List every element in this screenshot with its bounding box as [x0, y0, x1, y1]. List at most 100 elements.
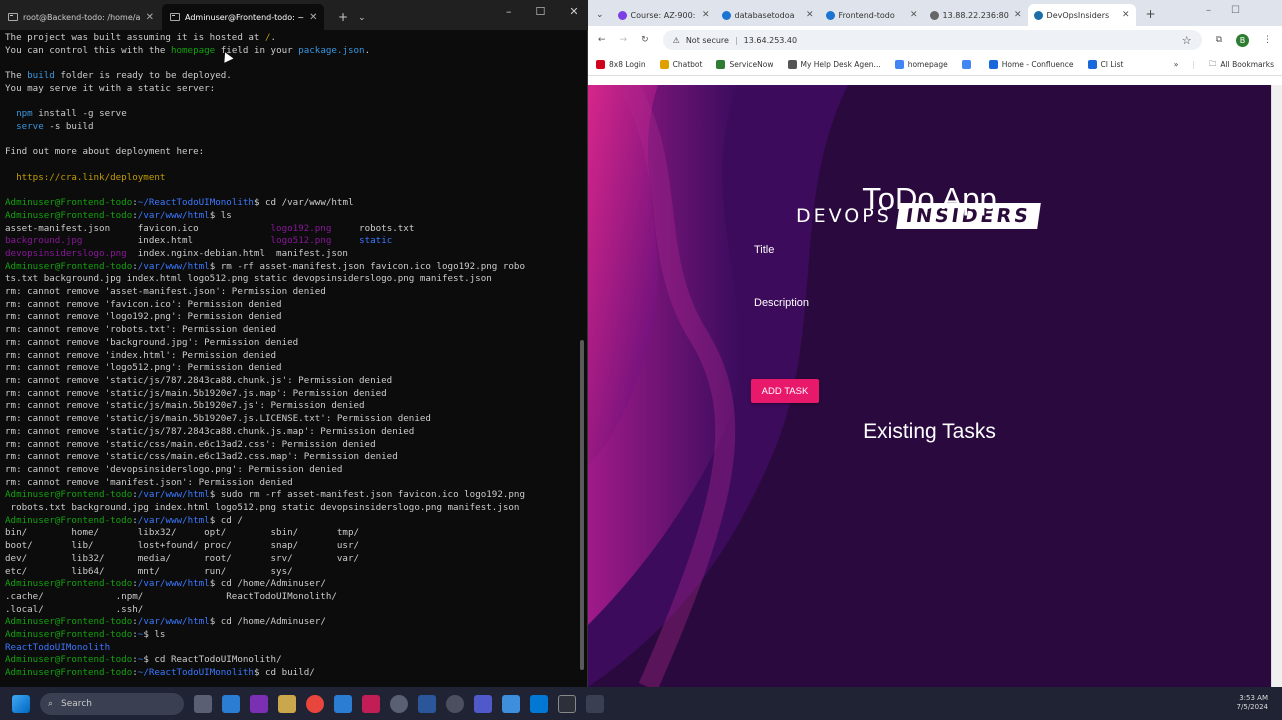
minimize-icon[interactable]: –	[1206, 5, 1211, 16]
extensions-icon[interactable]: ⧉	[1216, 35, 1222, 45]
tab-search-icon[interactable]: ⌄	[596, 10, 604, 20]
terminal-line: etc/ lib64/ mnt/ run/ sys/	[5, 566, 577, 579]
favicon-icon	[617, 10, 627, 20]
browser-tab[interactable]: Frontend-todo ✕	[820, 4, 924, 26]
onenote-icon[interactable]	[250, 694, 268, 713]
vscode-icon[interactable]	[530, 694, 548, 713]
terminal-text: package.json	[298, 44, 365, 56]
browser-window: ⌄ Course: AZ-900: ✕ databasetodoa ✕ Frontend…	[588, 0, 1282, 687]
terminal-tab-frontend[interactable]: Adminuser@Frontend-todo: ~ ✕	[162, 4, 324, 30]
terminal-text: rm: cannot remove 'background.jpg': Perm…	[5, 336, 299, 348]
task-view-icon[interactable]	[194, 694, 212, 713]
bookmark-star-icon[interactable]: ☆	[1182, 34, 1192, 47]
chrome-icon[interactable]	[306, 694, 324, 713]
terminal-text: Adminuser@Frontend-todo	[5, 629, 133, 641]
browser-tab[interactable]: databasetodoa ✕	[716, 4, 820, 26]
background-waves	[588, 85, 1271, 687]
close-window-icon[interactable]: ✕	[569, 5, 578, 18]
app-icon[interactable]	[586, 694, 604, 713]
terminal-text: bin/ home/ libx32/ opt/ sbin/ tmp/	[5, 527, 360, 539]
terminal-line: Adminuser@Frontend-todo:/var/www/html$ c…	[5, 578, 577, 591]
page-scrollbar[interactable]	[1271, 85, 1282, 687]
close-icon[interactable]: ✕	[1014, 10, 1022, 20]
bookmark-item[interactable]: 8x8 Login	[596, 60, 646, 69]
maximize-icon[interactable]: ☐	[1231, 5, 1240, 16]
close-icon[interactable]: ✕	[910, 10, 918, 20]
profile-avatar[interactable]: B	[1236, 33, 1249, 47]
browser-tab-label: Course: AZ-900:	[630, 10, 696, 20]
existing-tasks-heading: Existing Tasks	[863, 420, 996, 443]
terminal-line: rm: cannot remove 'static/js/main.5b1920…	[5, 400, 577, 413]
terminal-line: Adminuser@Frontend-todo:/var/www/html$ r…	[5, 261, 577, 274]
terminal-text: robots.txt background.jpg index.html log…	[5, 502, 520, 514]
terminal-text: etc/ lib64/ mnt/ run/ sys/	[5, 565, 293, 577]
title-label: Title	[754, 244, 775, 256]
app-icon[interactable]	[446, 694, 464, 713]
terminal-line: serve -s build	[5, 121, 577, 134]
edge-icon[interactable]	[334, 694, 352, 713]
terminal-output[interactable]: The project was built assuming it is hos…	[5, 32, 577, 682]
more-bookmarks-icon[interactable]: »	[1174, 60, 1179, 69]
browser-tab[interactable]: 13.88.22.236:80 ✕	[924, 4, 1028, 26]
menu-kebab-icon[interactable]: ⋮	[1263, 35, 1272, 45]
terminal-window[interactable]: root@Backend-todo: /home/a ✕ Adminuser@F…	[0, 0, 588, 687]
notepad-icon[interactable]	[502, 694, 520, 713]
bookmark-item[interactable]: Home - Confluence	[988, 60, 1074, 69]
terminal-text: robots.txt	[331, 222, 415, 234]
terminal-text: rm: cannot remove 'index.html': Permissi…	[5, 349, 277, 361]
terminal-tab-backend[interactable]: root@Backend-todo: /home/a ✕	[0, 4, 162, 30]
all-bookmarks-button[interactable]: 🗀 All Bookmarks	[1209, 58, 1274, 71]
back-icon[interactable]: ←	[598, 35, 606, 45]
system-clock[interactable]: 3:53 AM 7/5/2024	[1237, 694, 1268, 712]
new-tab-icon[interactable]: +	[1146, 7, 1156, 21]
terminal-text: Adminuser@Frontend-todo	[5, 616, 133, 628]
new-tab-icon[interactable]: +	[338, 10, 348, 24]
terminal-text: rm: cannot remove 'logo192.png': Permiss…	[5, 311, 282, 323]
terminal-line: rm: cannot remove 'static/js/787.2843ca8…	[5, 426, 577, 439]
bookmark-item[interactable]: CI List	[1087, 60, 1124, 69]
bookmark-item[interactable]: homepage	[894, 60, 948, 69]
terminal-line: Adminuser@Frontend-todo:~/ReactTodoUIMon…	[5, 667, 577, 680]
close-icon[interactable]: ✕	[806, 10, 814, 20]
bookmark-item[interactable]: My Help Desk Agen...	[787, 60, 881, 69]
url-bar[interactable]: ⚠ Not secure | 13.64.253.40 ☆	[662, 30, 1202, 50]
terminal-line: bin/ home/ libx32/ opt/ sbin/ tmp/	[5, 527, 577, 540]
forward-icon[interactable]: →	[620, 35, 628, 45]
bookmark-item[interactable]	[961, 60, 975, 69]
windows-start-icon[interactable]	[12, 694, 30, 713]
word-icon[interactable]	[418, 694, 436, 713]
chevron-down-icon[interactable]: ⌄	[358, 13, 366, 23]
outlook-icon[interactable]	[222, 694, 240, 713]
settings-gear-icon[interactable]	[390, 694, 408, 713]
terminal-text: background.jpg	[5, 235, 83, 247]
close-icon[interactable]: ✕	[1122, 10, 1130, 20]
bookmark-label: CI List	[1100, 60, 1124, 69]
close-icon[interactable]: ✕	[702, 10, 710, 20]
browser-tab[interactable]: DevOpsInsiders ✕	[1027, 4, 1136, 26]
add-task-button[interactable]: ADD TASK	[751, 379, 819, 403]
reload-icon[interactable]: ↻	[641, 35, 649, 45]
teams-icon[interactable]	[474, 694, 492, 713]
terminal-text: /var/www/html	[137, 514, 210, 526]
terminal-taskbar-icon[interactable]	[558, 694, 576, 713]
close-icon[interactable]: ✕	[146, 12, 154, 23]
terminal-line: Adminuser@Frontend-todo:~$ cd ReactTodoU…	[5, 654, 577, 667]
maximize-icon[interactable]: ☐	[536, 5, 546, 18]
bookmark-item[interactable]: ServiceNow	[716, 60, 774, 69]
taskbar-search[interactable]: ⌕ Search	[40, 692, 184, 715]
terminal-scrollbar[interactable]	[580, 340, 584, 670]
app-icon[interactable]	[278, 694, 296, 713]
terminal-text: $ rm -rf asset-manifest.json favicon.ico…	[209, 260, 525, 272]
terminal-line: rm: cannot remove 'static/js/787.2843ca8…	[5, 375, 577, 388]
minimize-icon[interactable]: –	[506, 5, 512, 18]
bookmark-label: Chatbot	[672, 60, 703, 69]
browser-tab[interactable]: Course: AZ-900: ✕	[612, 4, 716, 26]
close-icon[interactable]: ✕	[309, 12, 317, 23]
bookmark-item[interactable]: Chatbot	[659, 60, 703, 69]
terminal-line: devopsinsiderslogo.png index.nginx-debia…	[5, 248, 577, 261]
favicon-icon	[929, 10, 939, 20]
terminal-text: .local/ .ssh/	[5, 603, 144, 615]
app-icon[interactable]	[362, 694, 380, 713]
terminal-line: Adminuser@Frontend-todo:/var/www/html$ l…	[5, 210, 577, 223]
